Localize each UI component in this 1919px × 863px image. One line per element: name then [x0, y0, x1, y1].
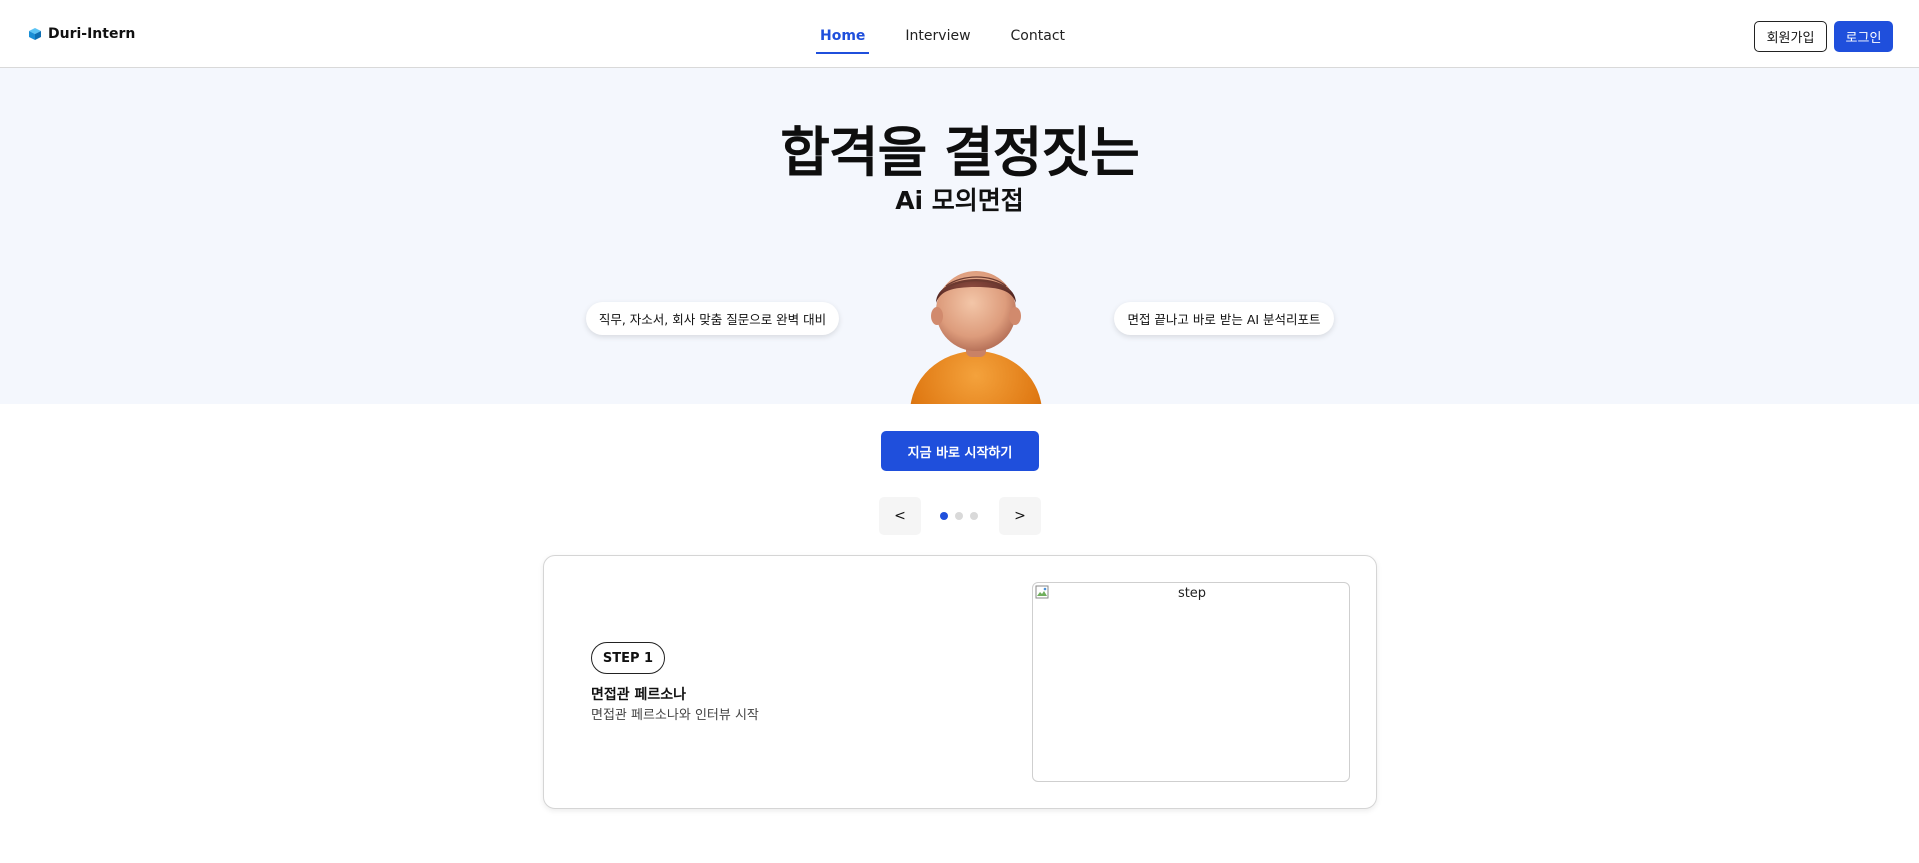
carousel-next-button[interactable]: > [999, 497, 1041, 535]
step-title: 면접관 페르소나 [591, 687, 687, 703]
carousel-dot-1[interactable] [940, 512, 948, 520]
step-image: step [1032, 582, 1350, 782]
main-nav: Home Interview Contact [816, 0, 1069, 68]
brand-logo[interactable]: Duri-Intern [28, 26, 135, 42]
hero-title: 합격을 결정짓는 [780, 121, 1140, 184]
carousel-prev-button[interactable]: < [879, 497, 921, 535]
brand-name: Duri-Intern [48, 26, 136, 42]
site-header: Duri-Intern Home Interview Contact 회원가입 … [0, 0, 1919, 68]
login-button[interactable]: 로그인 [1834, 21, 1893, 52]
hero-section: 합격을 결정짓는 Ai 모의면접 직무, 자소서, 회사 맞춤 질문으로 완벽 … [0, 68, 1919, 404]
carousel-pagination [940, 512, 978, 520]
carousel-dot-2[interactable] [955, 512, 963, 520]
image-alt-text: step [1177, 586, 1207, 601]
feature-bubble-custom-questions: 직무, 자소서, 회사 맞춤 질문으로 완벽 대비 [586, 302, 839, 335]
feature-bubble-ai-report: 면접 끝나고 바로 받는 AI 분석리포트 [1114, 302, 1334, 335]
hero-subtitle: Ai 모의면접 [895, 186, 1024, 215]
carousel-dot-3[interactable] [970, 512, 978, 520]
nav-home[interactable]: Home [816, 0, 870, 54]
nav-contact[interactable]: Contact [1007, 0, 1069, 54]
step-card: STEP 1 면접관 페르소나 면접관 페르소나와 인터뷰 시작 step [543, 555, 1377, 809]
person-3d-avatar [910, 271, 1042, 404]
start-now-button[interactable]: 지금 바로 시작하기 [881, 431, 1039, 471]
cube-icon [29, 28, 41, 40]
step-description: 면접관 페르소나와 인터뷰 시작 [591, 708, 759, 723]
step-badge: STEP 1 [591, 642, 665, 674]
nav-interview[interactable]: Interview [901, 0, 974, 54]
signup-button[interactable]: 회원가입 [1754, 21, 1827, 52]
